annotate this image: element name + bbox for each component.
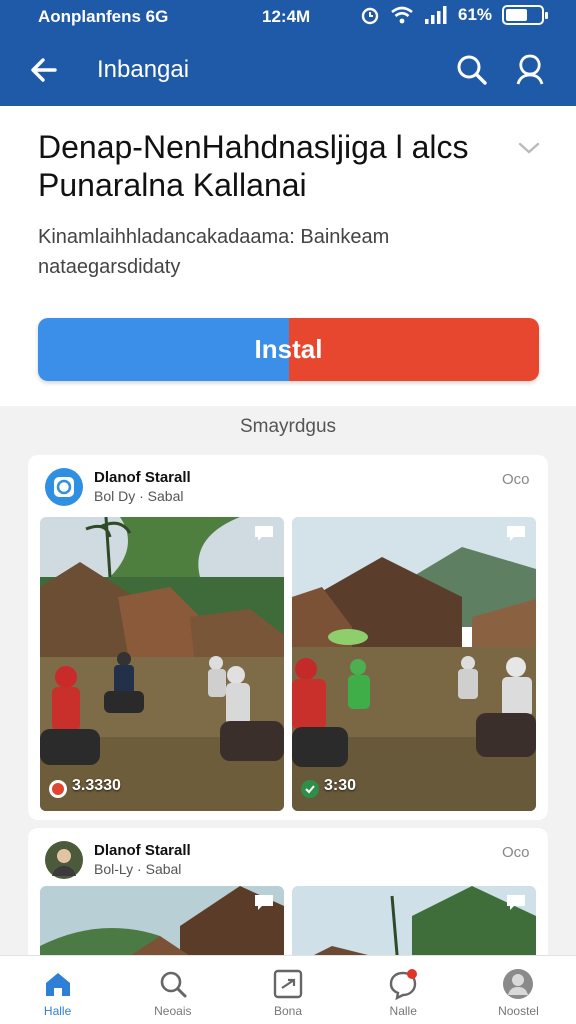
likes-badge-icon — [49, 780, 67, 798]
app-title: Denap-NenHahdnasljiga l alcs Punaralna K… — [38, 129, 469, 203]
nav-item-profile[interactable]: Noostel — [461, 956, 576, 1024]
section-heading: Smayrdgus — [239, 416, 337, 437]
alarm-icon — [361, 7, 379, 25]
comment-bubble-icon[interactable] — [504, 523, 528, 543]
app-bar: Inbangai — [0, 38, 576, 104]
comment-bubble-icon[interactable] — [252, 892, 276, 912]
likes-badge-icon — [301, 780, 319, 798]
signal-icon — [425, 6, 447, 24]
notification-icon — [390, 969, 418, 1000]
status-icons: 61% — [360, 5, 549, 25]
comment-bubble-icon[interactable] — [252, 523, 276, 543]
home-icon — [45, 973, 70, 996]
post-author[interactable]: Dlanof Starall — [94, 469, 191, 486]
photo-count: 3:30 — [324, 777, 357, 794]
post-photo[interactable]: 3:30 — [292, 517, 536, 811]
install-button-label: Instal — [254, 334, 323, 364]
profile-icon — [503, 969, 534, 999]
battery-percent: 61% — [458, 5, 493, 24]
back-arrow-icon[interactable] — [24, 50, 64, 90]
compose-icon — [273, 969, 303, 999]
screen: Aonplanfens 6G 12:4M 61% Inbangai Denap-… — [0, 0, 576, 1024]
carrier-label: Aonplanfens 6G — [38, 7, 169, 26]
install-button[interactable]: Instal — [38, 318, 539, 381]
more-options[interactable]: Oco — [502, 471, 530, 488]
village-scene-image — [292, 517, 536, 811]
user-avatar-icon[interactable] — [44, 840, 84, 880]
account-icon[interactable] — [510, 50, 550, 90]
search-icon — [160, 971, 187, 998]
feed-post[interactable]: Dlanof Starall Bol Dy · Sabal Oco 3.3330… — [28, 455, 548, 820]
nav-item-search[interactable]: Neoais — [115, 956, 230, 1024]
app-avatar-icon[interactable] — [44, 467, 84, 507]
photo-count: 3.3330 — [72, 777, 121, 794]
wifi-icon — [391, 6, 413, 24]
post-meta: Bol-Ly · Sabal — [94, 861, 182, 877]
nav-label: Neoais — [154, 1004, 192, 1018]
comment-bubble-icon[interactable] — [504, 892, 528, 912]
app-description: Kinamlaihhladancakadaama: Bainkeam natae… — [38, 226, 390, 278]
nav-item-notifications[interactable]: Nalle — [346, 956, 461, 1024]
village-scene-image — [40, 517, 284, 811]
app-bar-title: Inbangai — [97, 56, 190, 83]
chevron-down-icon[interactable] — [516, 138, 542, 158]
top-header: Aonplanfens 6G 12:4M 61% Inbangai — [0, 0, 576, 106]
bottom-navigation: Halle Neoais Bona Nalle Noostel — [0, 955, 576, 1024]
post-photo[interactable]: 3.3330 — [40, 517, 284, 811]
battery-icon — [502, 5, 549, 25]
post-author[interactable]: Dlanof Starall — [94, 842, 191, 859]
nav-item-compose[interactable]: Bona — [230, 956, 345, 1024]
nav-label: Halle — [43, 1004, 72, 1018]
more-options[interactable]: Oco — [502, 844, 530, 861]
nav-label: Noostel — [498, 1004, 539, 1018]
battery-fill — [506, 9, 528, 21]
nav-label: Nalle — [389, 1004, 417, 1018]
search-icon[interactable] — [452, 50, 492, 90]
nav-label: Bona — [273, 1004, 303, 1018]
clock: 12:4M — [262, 7, 311, 26]
post-meta: Bol Dy · Sabal — [94, 488, 184, 504]
app-details-card: Denap-NenHahdnasljiga l alcs Punaralna K… — [0, 106, 576, 406]
nav-item-home[interactable]: Halle — [0, 956, 115, 1024]
status-bar: Aonplanfens 6G 12:4M 61% — [0, 0, 576, 34]
